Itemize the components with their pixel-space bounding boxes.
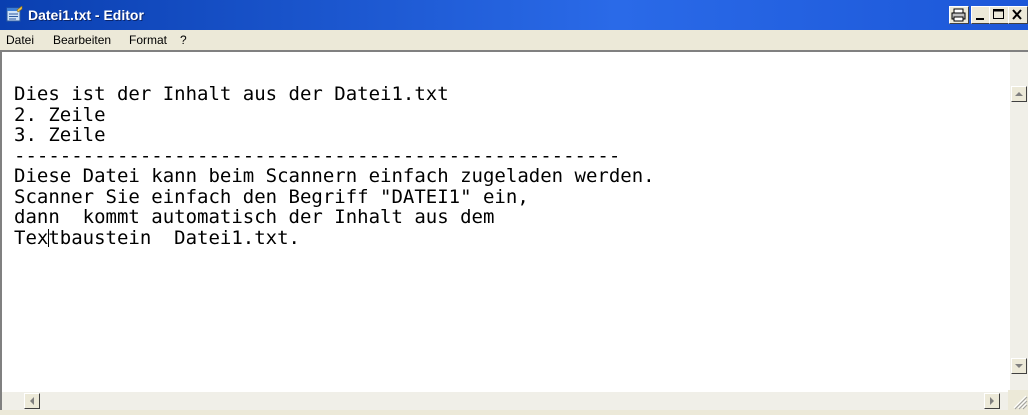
- resize-grip-icon[interactable]: [1008, 390, 1028, 410]
- minimize-button[interactable]: [971, 6, 991, 24]
- text-before-caret: Tex: [14, 226, 49, 249]
- text-after-caret: tbaustein Datei1.txt.: [48, 226, 300, 249]
- text-line: Dies ist der Inhalt aus der Datei1.txt: [14, 83, 449, 105]
- editor-window: Datei1.txt - Editor Datei Bearbeiten For…: [0, 0, 1028, 410]
- horizontal-scrollbar[interactable]: [2, 392, 1010, 410]
- maximize-button[interactable]: [989, 6, 1009, 24]
- scroll-down-button[interactable]: [1011, 358, 1027, 374]
- menu-bearbeiten[interactable]: Bearbeiten: [53, 33, 111, 47]
- text-line-with-caret: Textbaustein Datei1.txt.: [14, 226, 1010, 249]
- notepad-icon[interactable]: [6, 5, 23, 23]
- text-line: 2. Zeile: [14, 103, 106, 126]
- close-button[interactable]: [1008, 6, 1028, 24]
- scroll-up-button[interactable]: [1011, 86, 1027, 102]
- menu-format[interactable]: Format: [129, 33, 167, 47]
- text-line: Diese Datei kann beim Scannern einfach z…: [14, 165, 655, 187]
- scroll-left-button[interactable]: [24, 393, 40, 409]
- text-line: dann kommt automatisch der Inhalt aus de…: [14, 206, 495, 228]
- scroll-right-button[interactable]: [984, 393, 1000, 409]
- menu-bar: Datei Bearbeiten Format ?: [0, 30, 1028, 50]
- text-line: 3. Zeile: [14, 124, 106, 146]
- title-bar[interactable]: Datei1.txt - Editor: [0, 0, 1028, 30]
- document-text[interactable]: Dies ist der Inhalt aus der Datei1.txt 2…: [2, 52, 1010, 382]
- vertical-scrollbar[interactable]: [1010, 52, 1028, 392]
- window-title: Datei1.txt - Editor: [28, 7, 144, 23]
- text-editor[interactable]: Dies ist der Inhalt aus der Datei1.txt 2…: [0, 50, 1028, 410]
- print-icon[interactable]: [949, 6, 969, 24]
- text-line: ----------------------------------------…: [14, 144, 621, 167]
- menu-help[interactable]: ?: [180, 33, 187, 47]
- menu-datei[interactable]: Datei: [6, 33, 34, 47]
- text-line: Scanner Sie einfach den Begriff "DATEI1"…: [14, 185, 529, 208]
